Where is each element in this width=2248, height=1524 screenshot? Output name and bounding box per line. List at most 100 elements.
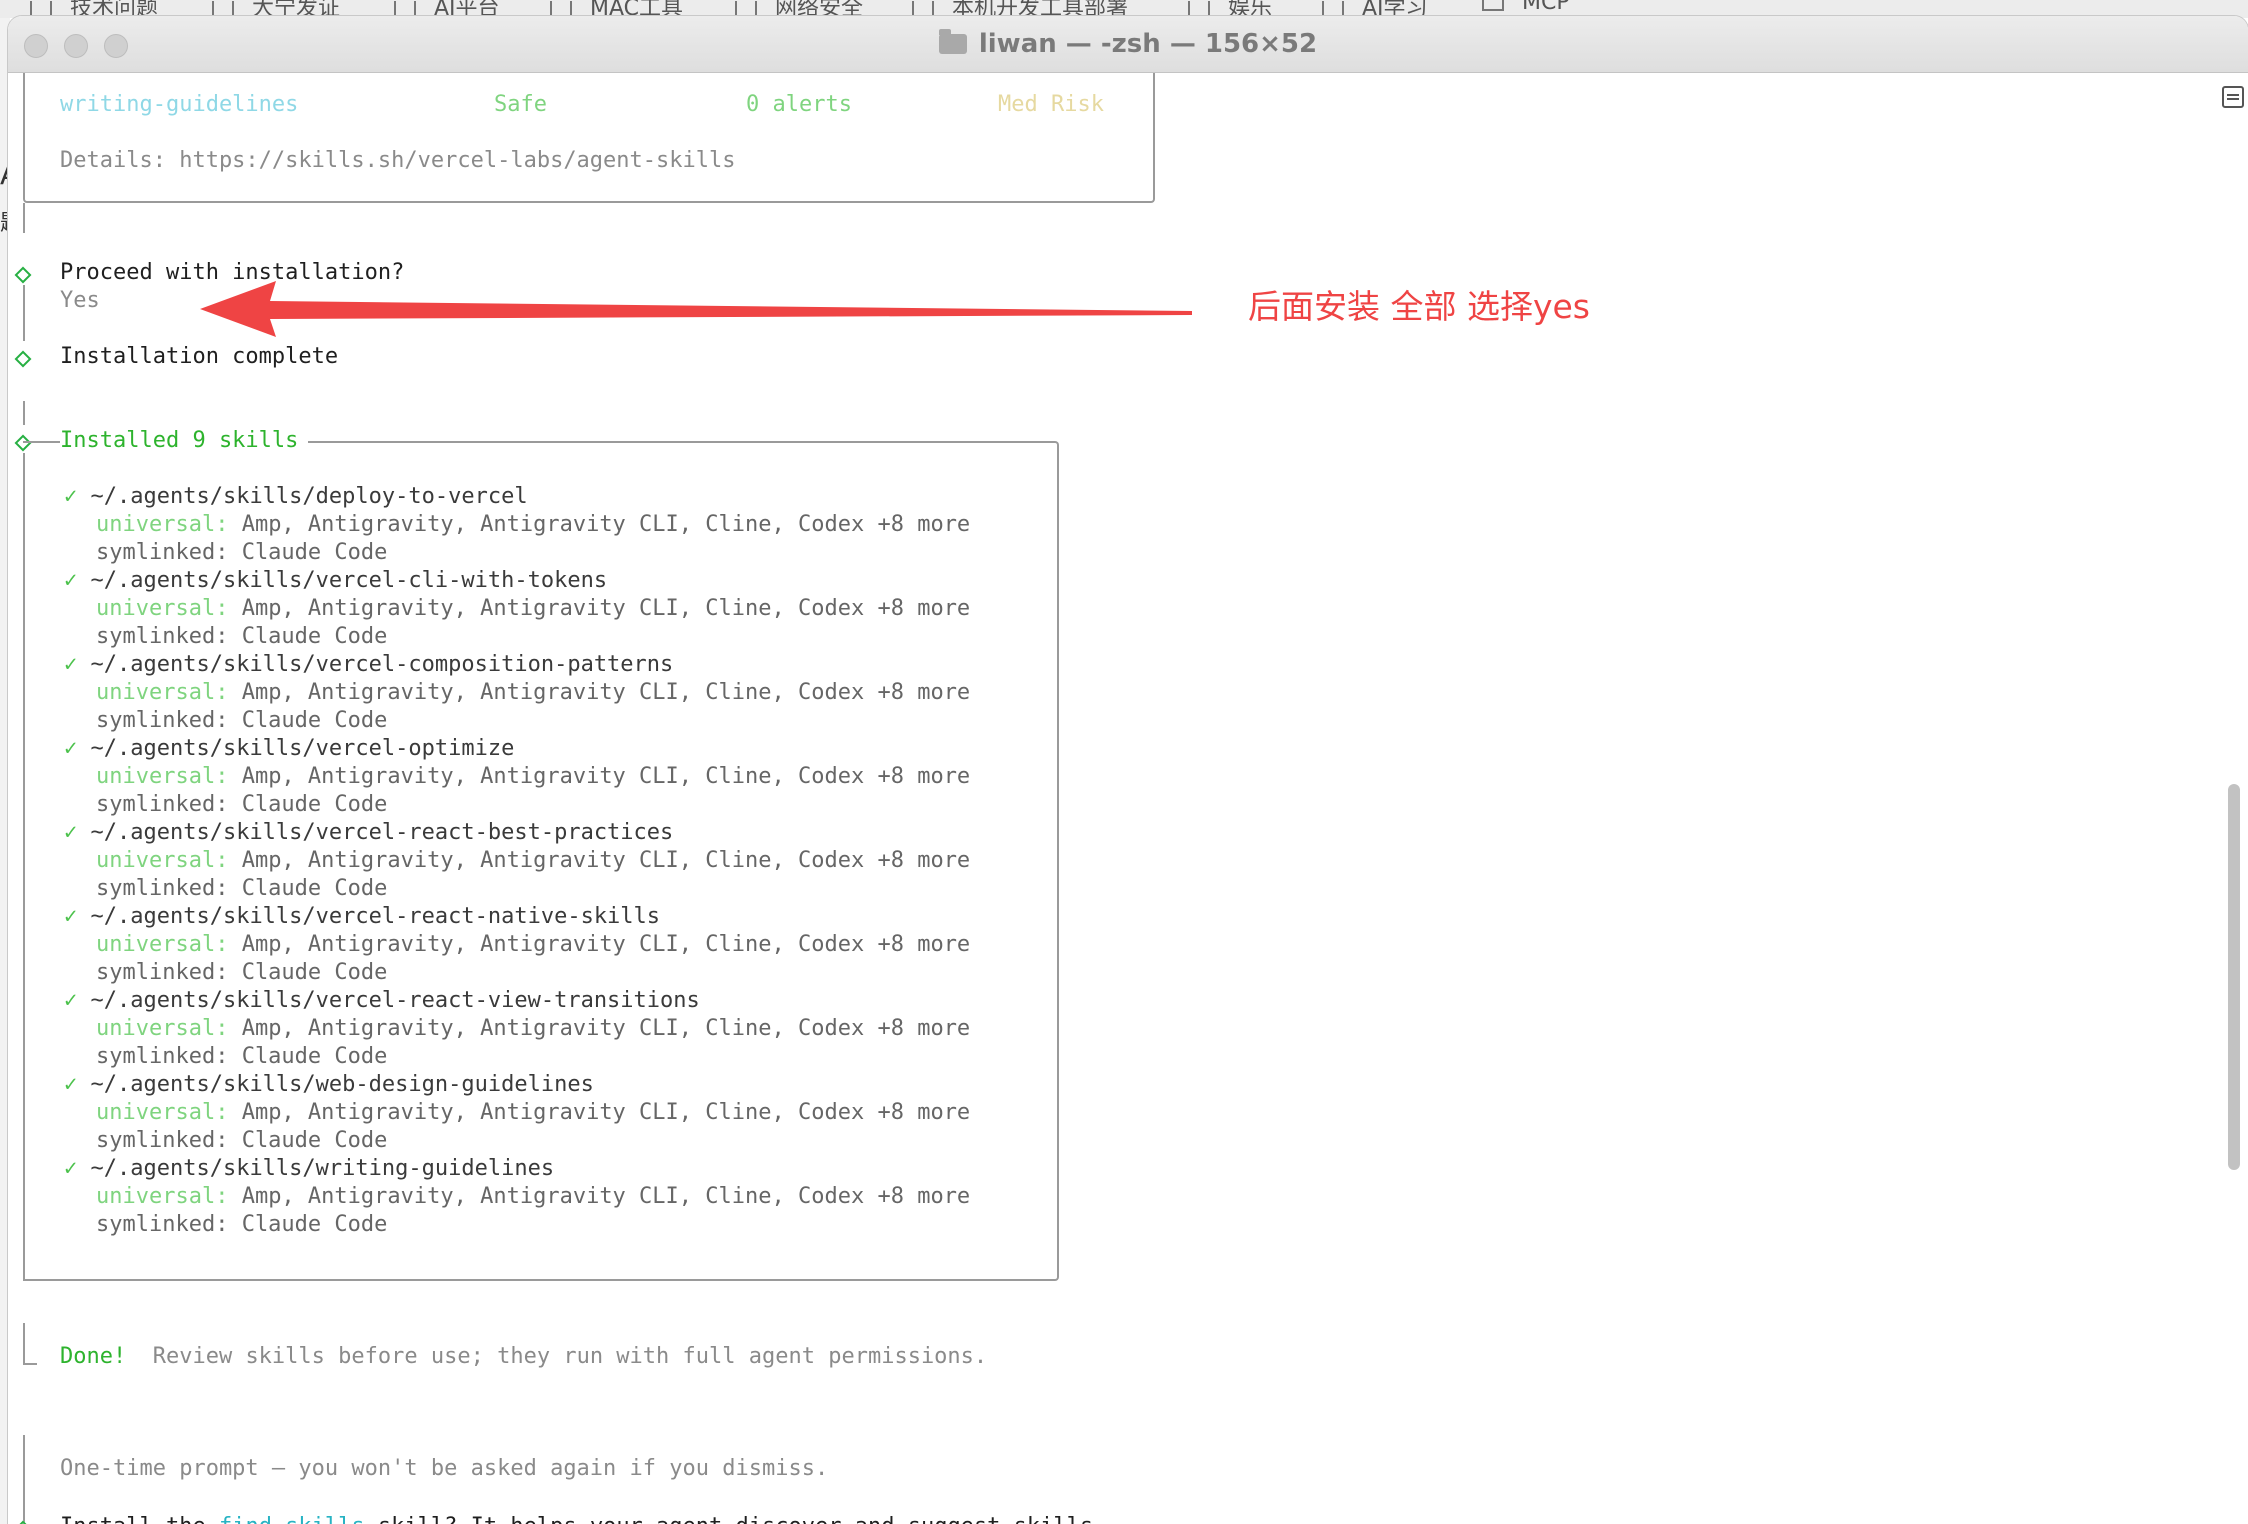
done-line: Done! Review skills before use; they run… — [60, 1343, 987, 1371]
skill-path-row: ✓ ~/.agents/skills/vercel-composition-pa… — [64, 651, 673, 679]
skill-path: ~/.agents/skills/deploy-to-vercel — [90, 484, 528, 509]
skill-path-row: ✓ ~/.agents/skills/web-design-guidelines — [64, 1071, 594, 1099]
tree-line — [23, 285, 25, 341]
check-icon: ✓ — [64, 736, 78, 761]
check-icon: ✓ — [64, 1072, 78, 1097]
tree-line — [23, 203, 25, 233]
annotation-arrow-icon — [200, 281, 1192, 337]
check-icon: ✓ — [64, 820, 78, 845]
universal-label: universal: — [96, 1100, 229, 1125]
universal-label: universal: — [96, 1016, 229, 1041]
symlinked-line: symlinked: Claude Code — [96, 708, 388, 733]
symlinked-line: symlinked: Claude Code — [96, 1212, 388, 1237]
skill-path: ~/.agents/skills/writing-guidelines — [90, 1156, 555, 1181]
universal-agents: Amp, Antigravity, Antigravity CLI, Cline… — [228, 764, 971, 789]
done-label: Done! — [60, 1344, 127, 1369]
details-link-text: Details: https://skills.sh/vercel-labs/a… — [60, 148, 736, 173]
tree-line — [23, 1323, 25, 1363]
skill-path: ~/.agents/skills/vercel-cli-with-tokens — [90, 568, 608, 593]
universal-label: universal: — [96, 764, 229, 789]
folder-icon — [938, 29, 967, 54]
universal-agents: Amp, Antigravity, Antigravity CLI, Cline… — [228, 596, 971, 621]
folder-icon — [394, 1, 416, 17]
tree-corner — [23, 1363, 37, 1365]
skill-path: ~/.agents/skills/web-design-guidelines — [90, 1072, 594, 1097]
universal-agents: Amp, Antigravity, Antigravity CLI, Cline… — [228, 512, 971, 537]
skill-path-row: ✓ ~/.agents/skills/deploy-to-vercel — [64, 483, 528, 511]
skill-path-row: ✓ ~/.agents/skills/vercel-optimize — [64, 735, 514, 763]
table-risk: Med Risk — [998, 92, 1104, 117]
universal-label: universal: — [96, 932, 229, 957]
skill-path-row: ✓ ~/.agents/skills/vercel-react-best-pra… — [64, 819, 673, 847]
install-find-skills-prompt: Install the find-skills skill? It helps … — [60, 1513, 1106, 1524]
done-message: Review skills before use; they run with … — [126, 1344, 988, 1369]
proceed-answer: Yes — [60, 288, 100, 313]
universal-agents-line: universal: Amp, Antigravity, Antigravity… — [96, 679, 970, 707]
universal-agents-line: universal: Amp, Antigravity, Antigravity… — [96, 931, 970, 959]
folder-icon — [30, 1, 52, 17]
skill-path: ~/.agents/skills/vercel-react-best-pract… — [90, 820, 674, 845]
find-skills-link[interactable]: find-skills — [219, 1514, 365, 1524]
folder-icon — [1322, 1, 1344, 17]
tree-line — [23, 1435, 25, 1524]
folder-icon — [1188, 1, 1210, 17]
skill-path: ~/.agents/skills/vercel-optimize — [90, 736, 515, 761]
universal-agents: Amp, Antigravity, Antigravity CLI, Cline… — [228, 1016, 971, 1041]
scrollbar-toggle-icon[interactable] — [2222, 86, 2244, 108]
table-skill-name: writing-guidelines — [60, 92, 299, 117]
one-time-prompt: One-time prompt — you won't be asked aga… — [60, 1456, 829, 1481]
symlinked-line: symlinked: Claude Code — [96, 624, 388, 649]
installation-complete: Installation complete — [60, 344, 339, 369]
check-icon: ✓ — [64, 904, 78, 929]
universal-agents: Amp, Antigravity, Antigravity CLI, Cline… — [228, 932, 971, 957]
universal-agents-line: universal: Amp, Antigravity, Antigravity… — [96, 1183, 970, 1211]
symlinked-line: symlinked: Claude Code — [96, 792, 388, 817]
tree-line — [23, 453, 25, 1281]
universal-agents: Amp, Antigravity, Antigravity CLI, Cline… — [228, 1184, 971, 1209]
window-title: liwan — -zsh — 156×52 — [8, 16, 2248, 72]
step-diamond-icon — [14, 350, 32, 368]
terminal-window: liwan — -zsh — 156×52 writing-guidelines… — [8, 16, 2248, 1524]
skill-path-row: ✓ ~/.agents/skills/vercel-cli-with-token… — [64, 567, 607, 595]
skill-path: ~/.agents/skills/vercel-composition-patt… — [90, 652, 674, 677]
universal-agents: Amp, Antigravity, Antigravity CLI, Cline… — [228, 1100, 971, 1125]
annotation-text: 后面安装 全部 选择yes — [1248, 287, 1591, 326]
universal-agents-line: universal: Amp, Antigravity, Antigravity… — [96, 1099, 970, 1127]
table-status: Safe — [494, 92, 547, 117]
folder-icon — [550, 1, 572, 17]
skill-path: ~/.agents/skills/vercel-react-view-trans… — [90, 988, 700, 1013]
universal-label: universal: — [96, 1184, 229, 1209]
title-bar[interactable]: liwan — -zsh — 156×52 — [8, 16, 2248, 73]
check-icon: ✓ — [64, 988, 78, 1013]
symlinked-line: symlinked: Claude Code — [96, 1044, 388, 1069]
step-diamond-icon — [14, 266, 32, 284]
skill-path-row: ✓ ~/.agents/skills/vercel-react-native-s… — [64, 903, 660, 931]
installed-header: Installed 9 skills — [60, 427, 309, 455]
universal-agents-line: universal: Amp, Antigravity, Antigravity… — [96, 847, 970, 875]
bookmark-item[interactable]: MCP — [1482, 0, 1570, 15]
symlinked-line: symlinked: Claude Code — [96, 876, 388, 901]
symlinked-line: symlinked: Claude Code — [96, 1128, 388, 1153]
check-icon: ✓ — [64, 484, 78, 509]
symlinked-line: symlinked: Claude Code — [96, 960, 388, 985]
check-icon: ✓ — [64, 1156, 78, 1181]
skill-path: ~/.agents/skills/vercel-react-native-ski… — [90, 904, 661, 929]
universal-agents-line: universal: Amp, Antigravity, Antigravity… — [96, 511, 970, 539]
folder-icon — [212, 1, 234, 17]
universal-label: universal: — [96, 512, 229, 537]
scrollbar-thumb[interactable] — [2228, 784, 2240, 1170]
check-icon: ✓ — [64, 568, 78, 593]
universal-agents-line: universal: Amp, Antigravity, Antigravity… — [96, 595, 970, 623]
folder-icon — [735, 1, 757, 17]
symlinked-line: symlinked: Claude Code — [96, 540, 388, 565]
table-alerts: 0 alerts — [746, 92, 852, 117]
universal-agents-line: universal: Amp, Antigravity, Antigravity… — [96, 763, 970, 791]
universal-label: universal: — [96, 596, 229, 621]
folder-icon — [912, 1, 934, 17]
universal-agents: Amp, Antigravity, Antigravity CLI, Cline… — [228, 848, 971, 873]
universal-agents: Amp, Antigravity, Antigravity CLI, Cline… — [228, 680, 971, 705]
skill-path-row: ✓ ~/.agents/skills/vercel-react-view-tra… — [64, 987, 700, 1015]
folder-icon — [1482, 0, 1504, 11]
check-icon: ✓ — [64, 652, 78, 677]
step-diamond-icon — [14, 1520, 32, 1524]
